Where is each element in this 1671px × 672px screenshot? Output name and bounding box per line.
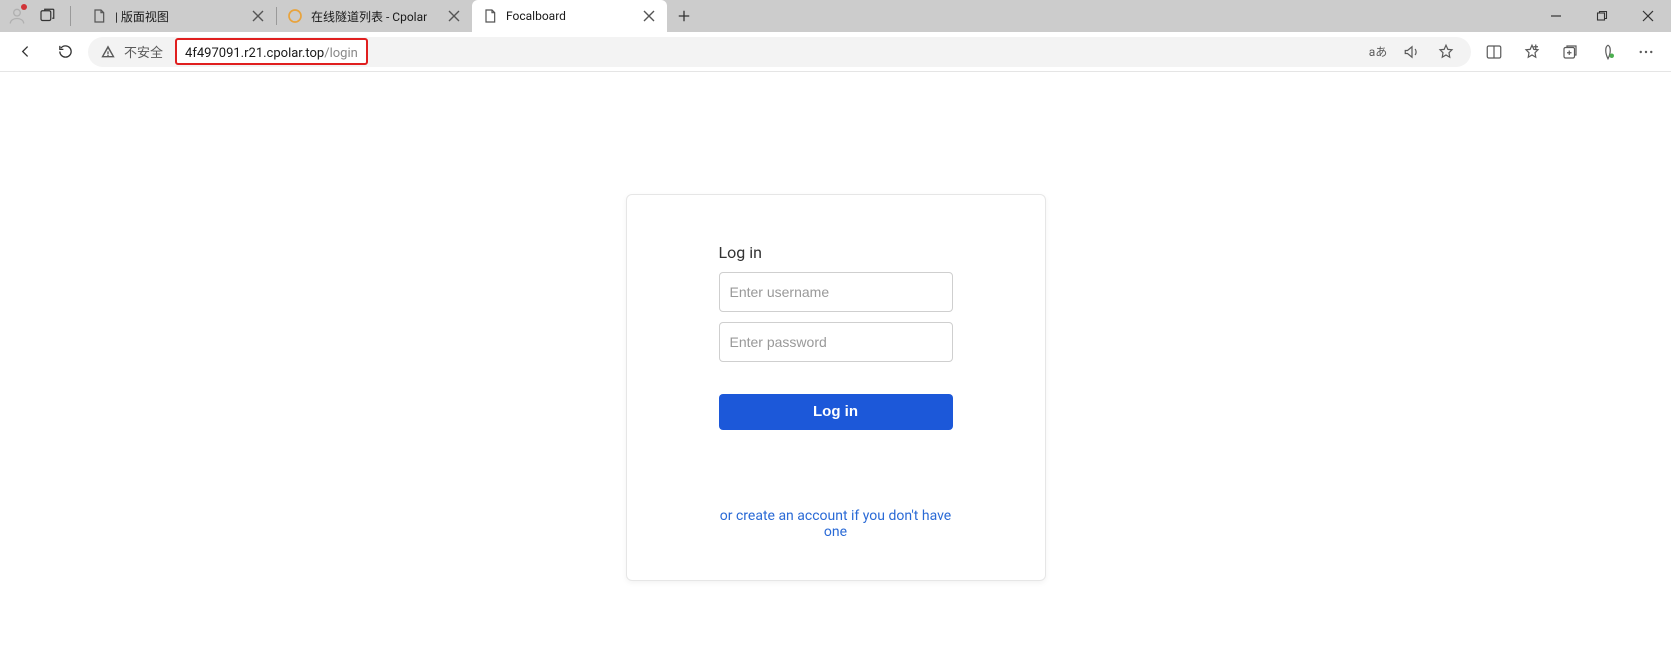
performance-icon[interactable] bbox=[1591, 35, 1625, 69]
tab-title: Focalboard bbox=[506, 9, 633, 23]
favorites-icon[interactable] bbox=[1515, 35, 1549, 69]
toolbar-right bbox=[1477, 35, 1663, 69]
close-icon[interactable] bbox=[446, 8, 462, 24]
tab-title: 在线隧道列表 - Cpolar bbox=[311, 8, 438, 25]
new-tab-button[interactable] bbox=[667, 0, 701, 32]
address-bar[interactable]: 不安全 4f497091.r21.cpolar.top/login aあ bbox=[88, 37, 1471, 67]
tab[interactable]: | 版面视图 bbox=[81, 0, 276, 32]
more-icon[interactable] bbox=[1629, 35, 1663, 69]
not-secure-icon bbox=[100, 44, 116, 60]
titlebar-left bbox=[0, 0, 81, 32]
password-input[interactable] bbox=[719, 322, 953, 362]
separator bbox=[70, 6, 71, 26]
collections-icon[interactable] bbox=[1553, 35, 1587, 69]
not-secure-label: 不安全 bbox=[124, 42, 163, 61]
browser-titlebar: | 版面视图 在线隧道列表 - Cpolar Focalboard bbox=[0, 0, 1671, 32]
restore-button[interactable] bbox=[1579, 0, 1625, 32]
url-host: 4f497091.r21.cpolar.top bbox=[185, 46, 324, 61]
translate-icon[interactable]: aあ bbox=[1365, 39, 1391, 65]
close-icon[interactable] bbox=[641, 8, 657, 24]
tab-title: | 版面视图 bbox=[115, 8, 242, 25]
cpolar-icon bbox=[287, 8, 303, 24]
refresh-button[interactable] bbox=[48, 35, 82, 69]
url-highlight-box: 4f497091.r21.cpolar.top/login bbox=[175, 38, 368, 65]
minimize-button[interactable] bbox=[1533, 0, 1579, 32]
read-aloud-icon[interactable] bbox=[1399, 39, 1425, 65]
url-path: /login bbox=[324, 46, 358, 61]
page-icon bbox=[91, 8, 107, 24]
tab-active[interactable]: Focalboard bbox=[472, 0, 667, 32]
close-icon[interactable] bbox=[250, 8, 266, 24]
profile-icon[interactable] bbox=[6, 5, 28, 27]
signup-link[interactable]: or create an account if you don't have o… bbox=[719, 508, 953, 540]
login-card: Log in Log in or create an account if yo… bbox=[626, 194, 1046, 581]
url-text: 4f497091.r21.cpolar.top/login bbox=[185, 46, 358, 61]
browser-toolbar: 不安全 4f497091.r21.cpolar.top/login aあ bbox=[0, 32, 1671, 72]
window-controls bbox=[1533, 0, 1671, 32]
page-content: Log in Log in or create an account if yo… bbox=[0, 72, 1671, 672]
address-bar-right: aあ bbox=[1365, 39, 1459, 65]
page-icon bbox=[482, 8, 498, 24]
favorite-star-icon[interactable] bbox=[1433, 39, 1459, 65]
split-screen-icon[interactable] bbox=[1477, 35, 1511, 69]
tab-strip: | 版面视图 在线隧道列表 - Cpolar Focalboard bbox=[81, 0, 1533, 32]
tab[interactable]: 在线隧道列表 - Cpolar bbox=[277, 0, 472, 32]
tab-overview-icon[interactable] bbox=[34, 3, 60, 29]
username-input[interactable] bbox=[719, 272, 953, 312]
login-button[interactable]: Log in bbox=[719, 394, 953, 430]
notification-dot-icon bbox=[21, 4, 27, 10]
close-window-button[interactable] bbox=[1625, 0, 1671, 32]
back-button[interactable] bbox=[8, 35, 42, 69]
login-title: Log in bbox=[719, 243, 953, 262]
